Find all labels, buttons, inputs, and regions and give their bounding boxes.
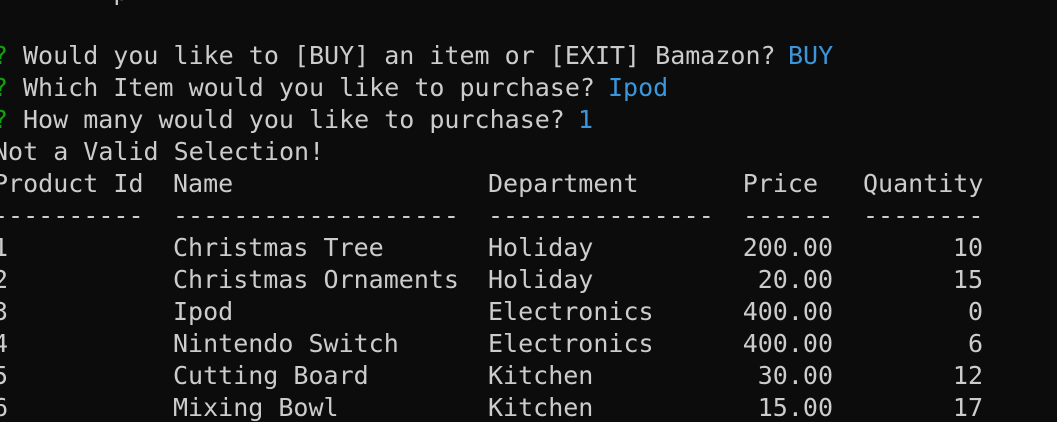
prompt-answer: 1: [578, 105, 594, 134]
prompt-line-item: ? Which Item would you like to purchase?…: [0, 72, 1057, 104]
cell-name: Nintendo Switch: [173, 329, 399, 358]
table-header-row: Product Id Name Department Price Quantit…: [0, 168, 1057, 200]
table-row: 2 Christmas Ornaments Holiday 20.00 15: [0, 264, 1057, 296]
cell-price: 400.00: [742, 297, 833, 326]
table-separator-row: ---------- ------------------- ---------…: [0, 200, 1057, 232]
error-message-line: Not a Valid Selection!: [0, 136, 1057, 168]
cell-price: 200.00: [742, 233, 833, 262]
prompt-line-quantity: ? How many would you like to purchase? 1: [0, 104, 1057, 136]
separator-department: ---------------: [488, 201, 714, 230]
cell-quantity: 15: [952, 265, 983, 294]
column-header-quantity: Quantity: [863, 169, 984, 198]
column-header-name: Name: [173, 169, 234, 198]
cell-product-id: 3: [0, 297, 9, 326]
cell-quantity: 10: [952, 233, 983, 262]
separator-product-id: ----------: [0, 201, 144, 230]
cell-product-id: 2: [0, 265, 9, 294]
prompt-question: Which Item would you like to purchase?: [23, 73, 595, 102]
prompt-answer: Ipod: [608, 73, 669, 102]
table-row: 6 Mixing Bowl Kitchen 15.00 17: [0, 392, 1057, 422]
cell-price: 400.00: [742, 329, 833, 358]
cell-department: Holiday: [488, 265, 594, 294]
cell-product-id: 6: [0, 393, 9, 422]
cell-name: Cutting Board: [173, 361, 369, 390]
cell-name: Christmas Tree: [173, 233, 384, 262]
cell-department: Kitchen: [488, 393, 594, 422]
prompt-question: How many would you like to purchase?: [23, 105, 565, 134]
cell-quantity: 6: [967, 329, 983, 358]
cell-name: Mixing Bowl: [173, 393, 339, 422]
table-row: 1 Christmas Tree Holiday 200.00 10: [0, 232, 1057, 264]
separator-name: -------------------: [173, 201, 459, 230]
cell-product-id: 5: [0, 361, 9, 390]
column-header-department: Department: [488, 169, 639, 198]
cell-department: Kitchen: [488, 361, 594, 390]
cell-price: 15.00: [757, 393, 833, 422]
cell-name: Christmas Ornaments: [173, 265, 459, 294]
terminal-output[interactable]: p ? Would you like to [BUY] an item or […: [0, 0, 1057, 422]
separator-price: ------: [743, 201, 834, 230]
table-row: 4 Nintendo Switch Electronics 400.00 6: [0, 328, 1057, 360]
error-message: Not a Valid Selection!: [0, 137, 325, 166]
table-row: 3 Ipod Electronics 400.00 0: [0, 296, 1057, 328]
column-header-price: Price: [742, 169, 818, 198]
cell-quantity: 0: [967, 297, 983, 326]
cell-product-id: 1: [0, 233, 9, 262]
cell-department: Electronics: [488, 297, 654, 326]
cell-department: Electronics: [488, 329, 654, 358]
prompt-question: Would you like to [BUY] an item or [EXIT…: [23, 41, 776, 70]
cell-quantity: 12: [952, 361, 983, 390]
partial-output-line: p: [0, 0, 1057, 8]
partial-output-text: p: [0, 0, 128, 8]
prompt-question-mark-icon: ?: [0, 72, 8, 104]
separator-quantity: --------: [863, 201, 984, 230]
prompt-answer: BUY: [788, 41, 834, 70]
cell-quantity: 17: [952, 393, 983, 422]
cell-price: 30.00: [757, 361, 833, 390]
cell-price: 20.00: [757, 265, 833, 294]
cell-product-id: 4: [0, 329, 9, 358]
column-header-product-id: Product Id: [0, 169, 144, 198]
prompt-question-mark-icon: ?: [0, 40, 8, 72]
cell-department: Holiday: [488, 233, 594, 262]
prompt-line-buy-exit: ? Would you like to [BUY] an item or [EX…: [0, 40, 1057, 72]
cell-name: Ipod: [173, 297, 234, 326]
prompt-question-mark-icon: ?: [0, 104, 8, 136]
table-row: 5 Cutting Board Kitchen 30.00 12: [0, 360, 1057, 392]
